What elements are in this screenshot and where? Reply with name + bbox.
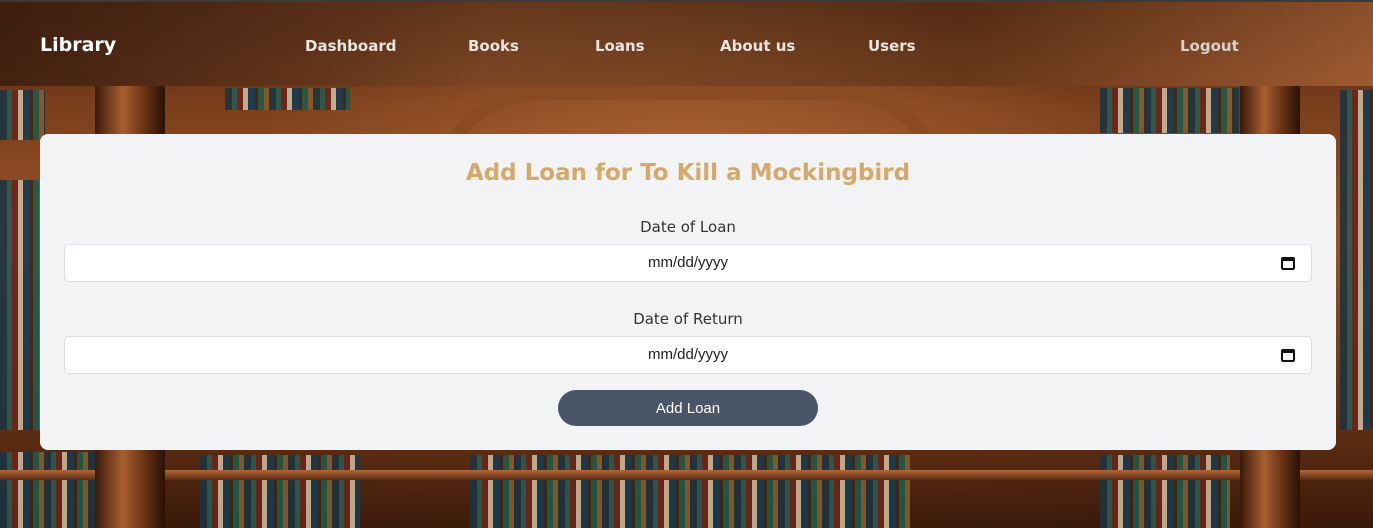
add-loan-card: Add Loan for To Kill a Mockingbird Date …	[40, 134, 1336, 450]
calendar-icon[interactable]	[1281, 257, 1295, 270]
loan-date-value: mm/dd/yyyy	[647, 254, 728, 271]
calendar-icon[interactable]	[1281, 349, 1295, 362]
bookshelf-decoration	[200, 455, 360, 528]
bookshelf-decoration	[470, 455, 910, 528]
return-date-label: Date of Return	[633, 310, 743, 328]
brand-logo[interactable]: Library	[40, 34, 116, 56]
bookshelf-decoration	[0, 180, 40, 430]
top-navbar: Library Dashboard Books Loans About us U…	[0, 0, 1373, 86]
return-date-input[interactable]: mm/dd/yyyy	[64, 336, 1312, 374]
logout-link[interactable]: Logout	[1180, 37, 1239, 55]
loan-date-input[interactable]: mm/dd/yyyy	[64, 244, 1312, 282]
form-title: Add Loan for To Kill a Mockingbird	[465, 160, 911, 186]
return-date-value: mm/dd/yyyy	[647, 346, 728, 363]
nav-link-users[interactable]: Users	[868, 37, 916, 55]
nav-link-loans[interactable]: Loans	[595, 37, 645, 55]
loan-date-label: Date of Loan	[640, 218, 736, 236]
bookshelf-decoration	[225, 88, 350, 110]
nav-link-about-us[interactable]: About us	[720, 37, 795, 55]
bookshelf-decoration	[0, 90, 45, 140]
bookshelf-decoration	[1340, 90, 1373, 430]
bookshelf-decoration	[1100, 455, 1230, 528]
shelf-decoration	[0, 470, 1373, 480]
bookshelf-decoration	[0, 452, 95, 528]
add-loan-button[interactable]: Add Loan	[558, 390, 818, 426]
nav-link-dashboard[interactable]: Dashboard	[305, 37, 396, 55]
bookshelf-decoration	[1100, 88, 1240, 133]
nav-link-books[interactable]: Books	[468, 37, 519, 55]
